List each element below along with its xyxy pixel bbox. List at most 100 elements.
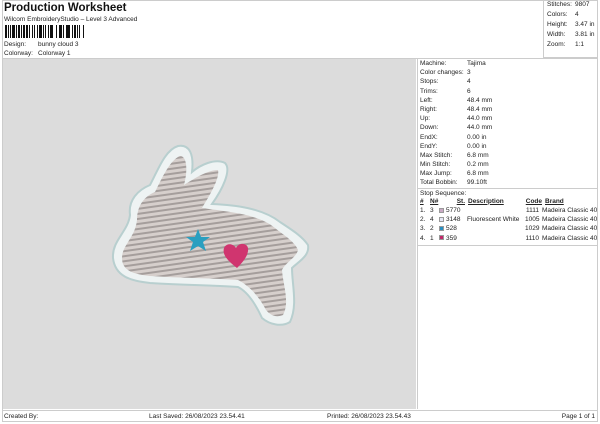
bunny-embroidery-image: [111, 144, 310, 326]
design-row: Design: bunny cloud 3: [4, 41, 78, 48]
detail-value: 44.0 mm: [467, 124, 493, 132]
stop-sequence-header: # N# St. Description Code Brand: [418, 197, 598, 206]
detail-row: Color changes: 3: [418, 68, 598, 77]
stop-sequence-row: 1. 3 5770 1111 Madeira Classic 40: [418, 206, 598, 215]
detail-value: Tajima: [467, 60, 486, 67]
detail-row: Max Stitch: 6.8 mm: [418, 151, 598, 160]
detail-label: Down:: [420, 124, 439, 132]
barcode: [5, 25, 111, 38]
detail-value: 48.4 mm: [467, 96, 493, 104]
detail-value: 44.0 mm: [467, 115, 493, 123]
colorway-row: Colorway: Colorway 1: [4, 50, 71, 57]
stat-label: Height:: [547, 21, 568, 28]
stat-label: Colors:: [547, 11, 568, 18]
seq-code: 1111: [525, 207, 539, 214]
detail-label: Up:: [420, 115, 431, 123]
stat-value: 3.81 in: [575, 31, 595, 38]
stats-box: Stitches: 9807 Colors: 4 Height: 3.47 in Width…: [543, 0, 598, 58]
stat-label: Stitches:: [547, 1, 572, 8]
detail-label: Min Stitch:: [420, 161, 451, 169]
seq-num: 3.: [420, 225, 426, 233]
detail-value: 99.10ft: [467, 179, 487, 187]
stat-row: Width: 3.81 in: [544, 30, 597, 40]
last-saved: Last Saved: 26/08/2023 23.54.41: [149, 413, 245, 420]
details-panel: Machine: Tajima Color changes: 3 Stops: 4 Trim…: [417, 59, 598, 409]
stat-label: Width:: [547, 31, 566, 38]
detail-row: Machine: Tajima: [418, 59, 598, 68]
stat-value: 4: [575, 11, 579, 18]
stat-row: Stitches: 9807: [544, 0, 597, 10]
seq-needle: 1: [430, 234, 434, 242]
detail-value: 0.00 in: [467, 142, 487, 150]
detail-label: Max Stitch:: [420, 151, 453, 159]
printed-date: Printed: 26/08/2023 23.54.43: [327, 413, 411, 420]
seq-stitches: 3148: [446, 216, 461, 224]
detail-label: EndY:: [420, 142, 438, 150]
detail-value: 4: [467, 78, 471, 86]
seq-num: 4.: [420, 234, 426, 242]
colorway-label: Colorway:: [4, 50, 33, 57]
seq-num: 1.: [420, 207, 426, 214]
detail-row: Min Stitch: 0.2 mm: [418, 160, 598, 169]
stat-row: Zoom: 1:1: [544, 40, 597, 50]
detail-label: Stops:: [420, 78, 439, 86]
seq-needle: 2: [430, 225, 434, 233]
detail-row: Trims: 6: [418, 87, 598, 96]
seq-brand: Madeira Classic 40: [542, 234, 598, 242]
detail-label: EndX:: [420, 133, 438, 141]
created-by: Created By:: [4, 413, 39, 420]
detail-label: Left:: [420, 96, 433, 104]
detail-value: 6: [467, 87, 471, 95]
detail-row: Stops: 4: [418, 77, 598, 86]
col-description: Description: [468, 197, 504, 205]
col-num: #: [420, 197, 424, 205]
footer: Created By: Last Saved: 26/08/2023 23.54…: [2, 410, 598, 422]
page-number: Page 1 of 1: [561, 413, 595, 420]
seq-description: Fluorescent White: [467, 216, 520, 224]
seq-num: 2.: [420, 216, 426, 224]
detail-label: Machine:: [420, 60, 447, 67]
stat-value: 9807: [575, 1, 590, 8]
detail-value: 6.8 mm: [467, 170, 489, 178]
detail-value: 48.4 mm: [467, 105, 493, 113]
detail-row: EndY: 0.00 in: [418, 142, 598, 151]
stop-sequence-row: 3. 2 528 1029 Madeira Classic 40: [418, 224, 598, 233]
page-title: Production Worksheet: [4, 2, 127, 14]
seq-brand: Madeira Classic 40: [542, 216, 598, 224]
detail-value: 6.8 mm: [467, 151, 489, 159]
divider: [418, 244, 598, 246]
barcode-bar: [84, 25, 85, 38]
seq-needle: 4: [430, 216, 434, 224]
detail-label: Color changes:: [420, 69, 464, 77]
stat-value: 3.47 in: [575, 21, 595, 28]
stop-sequence-row: 4. 1 359 1110 Madeira Classic 40: [418, 234, 598, 243]
col-n: N#: [430, 197, 439, 205]
detail-value: 3: [467, 69, 471, 77]
detail-row: EndX: 0.00 in: [418, 133, 598, 142]
detail-row: Max Jump: 6.8 mm: [418, 169, 598, 178]
seq-code: 1110: [525, 234, 540, 242]
seq-stitches: 5770: [446, 207, 461, 214]
detail-label: Right:: [420, 105, 437, 113]
detail-value: 0.00 in: [467, 133, 487, 141]
stat-row: Height: 3.47 in: [544, 20, 597, 30]
stop-sequence-row: 2. 4 3148 Fluorescent White 1005 Madeira Clas…: [418, 215, 598, 224]
design-preview: [3, 59, 416, 409]
detail-label: Trims:: [420, 87, 438, 95]
design-label: Design:: [4, 41, 27, 48]
seq-brand: Madeira Classic 40: [542, 225, 598, 233]
software-name: Wilcom EmbroideryStudio – Level 3 Advanc…: [4, 16, 138, 23]
seq-stitches: 528: [446, 225, 457, 233]
detail-row: Total Bobbin: 99.10ft: [418, 178, 598, 187]
colorway-value: Colorway 1: [38, 50, 71, 57]
seq-needle: 3: [430, 207, 434, 214]
stat-row: Colors: 4: [544, 10, 597, 20]
detail-label: Max Jump:: [420, 170, 452, 178]
detail-value: 0.2 mm: [467, 161, 489, 169]
detail-row: Up: 44.0 mm: [418, 114, 598, 123]
detail-row: Left: 48.4 mm: [418, 96, 598, 105]
col-st: St.: [456, 197, 465, 205]
design-value: bunny cloud 3: [38, 41, 79, 48]
seq-brand: Madeira Classic 40: [542, 207, 598, 214]
stat-label: Zoom:: [547, 41, 566, 48]
